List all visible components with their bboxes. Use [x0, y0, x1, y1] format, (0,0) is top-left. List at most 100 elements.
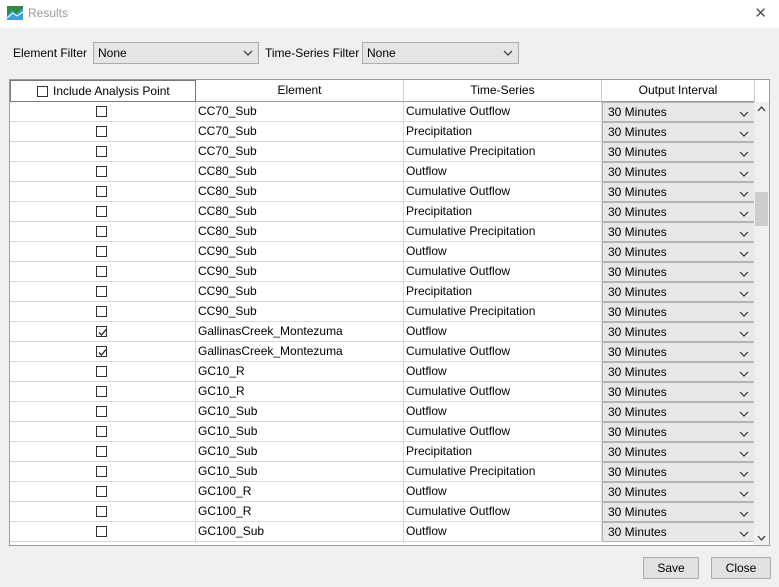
- element-cell[interactable]: GC10_Sub: [196, 402, 404, 422]
- timeseries-cell[interactable]: Precipitation: [404, 122, 602, 142]
- scrollbar-thumb[interactable]: [755, 192, 768, 226]
- output-interval-select[interactable]: 30 Minutes: [602, 262, 755, 282]
- element-cell[interactable]: CC90_Sub: [196, 302, 404, 322]
- timeseries-cell[interactable]: Cumulative Outflow: [404, 262, 602, 282]
- output-interval-select[interactable]: 30 Minutes: [602, 142, 755, 162]
- output-interval-select[interactable]: 30 Minutes: [602, 402, 755, 422]
- include-checkbox[interactable]: [96, 226, 107, 237]
- output-interval-select[interactable]: 30 Minutes: [602, 442, 755, 462]
- timeseries-cell[interactable]: Outflow: [404, 242, 602, 262]
- output-interval-select[interactable]: 30 Minutes: [602, 202, 755, 222]
- include-checkbox[interactable]: [96, 426, 107, 437]
- timeseries-cell[interactable]: Outflow: [404, 522, 602, 542]
- include-checkbox[interactable]: [96, 286, 107, 297]
- element-cell[interactable]: CC70_Sub: [196, 122, 404, 142]
- element-cell[interactable]: CC80_Sub: [196, 222, 404, 242]
- element-cell[interactable]: CC80_Sub: [196, 202, 404, 222]
- timeseries-cell[interactable]: Cumulative Precipitation: [404, 222, 602, 242]
- element-cell[interactable]: GC100_Sub: [196, 522, 404, 542]
- close-button[interactable]: Close: [711, 557, 771, 579]
- output-interval-select[interactable]: 30 Minutes: [602, 162, 755, 182]
- include-checkbox[interactable]: [96, 506, 107, 517]
- include-checkbox[interactable]: [96, 366, 107, 377]
- include-checkbox[interactable]: [96, 126, 107, 137]
- include-checkbox[interactable]: [96, 406, 107, 417]
- timeseries-cell[interactable]: Outflow: [404, 362, 602, 382]
- element-cell[interactable]: GC10_R: [196, 382, 404, 402]
- element-cell[interactable]: CC80_Sub: [196, 182, 404, 202]
- timeseries-cell[interactable]: Precipitation: [404, 282, 602, 302]
- include-checkbox[interactable]: [96, 446, 107, 457]
- include-checkbox[interactable]: [96, 246, 107, 257]
- output-interval-select[interactable]: 30 Minutes: [602, 382, 755, 402]
- include-checkbox[interactable]: [96, 186, 107, 197]
- include-checkbox[interactable]: [96, 386, 107, 397]
- output-interval-select[interactable]: 30 Minutes: [602, 462, 755, 482]
- timeseries-cell[interactable]: Outflow: [404, 162, 602, 182]
- include-checkbox[interactable]: [96, 266, 107, 277]
- element-cell[interactable]: CC90_Sub: [196, 262, 404, 282]
- include-checkbox[interactable]: [96, 166, 107, 177]
- element-cell[interactable]: CC90_Sub: [196, 242, 404, 262]
- include-checkbox[interactable]: [96, 146, 107, 157]
- timeseries-cell[interactable]: Precipitation: [404, 442, 602, 462]
- output-interval-select[interactable]: 30 Minutes: [602, 302, 755, 322]
- element-cell[interactable]: GC10_Sub: [196, 462, 404, 482]
- timeseries-cell[interactable]: Cumulative Outflow: [404, 182, 602, 202]
- timeseries-cell[interactable]: Cumulative Precipitation: [404, 302, 602, 322]
- include-checkbox[interactable]: [96, 206, 107, 217]
- element-cell[interactable]: CC80_Sub: [196, 162, 404, 182]
- output-interval-select[interactable]: 30 Minutes: [602, 122, 755, 142]
- include-checkbox[interactable]: [96, 526, 107, 537]
- close-icon[interactable]: ✕: [754, 4, 767, 22]
- output-interval-select[interactable]: 30 Minutes: [602, 282, 755, 302]
- output-interval-select[interactable]: 30 Minutes: [602, 522, 755, 542]
- timeseries-cell[interactable]: Precipitation: [404, 202, 602, 222]
- include-checkbox[interactable]: [96, 466, 107, 477]
- header-element[interactable]: Element: [196, 80, 404, 102]
- include-all-checkbox[interactable]: [37, 86, 48, 97]
- output-interval-select[interactable]: 30 Minutes: [602, 362, 755, 382]
- output-interval-select[interactable]: 30 Minutes: [602, 242, 755, 262]
- element-cell[interactable]: GallinasCreek_Montezuma: [196, 342, 404, 362]
- timeseries-cell[interactable]: Cumulative Outflow: [404, 502, 602, 522]
- output-interval-select[interactable]: 30 Minutes: [602, 102, 755, 122]
- element-cell[interactable]: GallinasCreek_Montezuma: [196, 322, 404, 342]
- element-cell[interactable]: GC100_R: [196, 482, 404, 502]
- element-cell[interactable]: GC100_R: [196, 502, 404, 522]
- element-cell[interactable]: GC10_Sub: [196, 422, 404, 442]
- include-checkbox[interactable]: [96, 106, 107, 117]
- header-include-analysis-point[interactable]: Include Analysis Point: [10, 80, 196, 102]
- timeseries-cell[interactable]: Outflow: [404, 482, 602, 502]
- output-interval-select[interactable]: 30 Minutes: [602, 422, 755, 442]
- scroll-down-icon[interactable]: [757, 535, 766, 541]
- timeseries-cell[interactable]: Cumulative Precipitation: [404, 142, 602, 162]
- element-filter-select[interactable]: None: [93, 42, 259, 64]
- element-cell[interactable]: GC10_Sub: [196, 442, 404, 462]
- header-timeseries[interactable]: Time-Series: [404, 80, 602, 102]
- save-button[interactable]: Save: [643, 557, 699, 579]
- element-cell[interactable]: CC90_Sub: [196, 282, 404, 302]
- timeseries-cell[interactable]: Outflow: [404, 322, 602, 342]
- timeseries-cell[interactable]: Cumulative Outflow: [404, 422, 602, 442]
- timeseries-cell[interactable]: Cumulative Precipitation: [404, 462, 602, 482]
- output-interval-select[interactable]: 30 Minutes: [602, 502, 755, 522]
- include-checkbox[interactable]: [96, 486, 107, 497]
- timeseries-filter-select[interactable]: None: [362, 42, 519, 64]
- element-cell[interactable]: CC70_Sub: [196, 102, 404, 122]
- output-interval-select[interactable]: 30 Minutes: [602, 222, 755, 242]
- element-cell[interactable]: GC10_R: [196, 362, 404, 382]
- timeseries-cell[interactable]: Outflow: [404, 402, 602, 422]
- include-checkbox[interactable]: [96, 326, 107, 337]
- header-output-interval[interactable]: Output Interval: [602, 80, 755, 102]
- output-interval-select[interactable]: 30 Minutes: [602, 322, 755, 342]
- include-checkbox[interactable]: [96, 346, 107, 357]
- include-checkbox[interactable]: [96, 306, 107, 317]
- element-cell[interactable]: CC70_Sub: [196, 142, 404, 162]
- scroll-up-icon[interactable]: [757, 106, 766, 112]
- output-interval-select[interactable]: 30 Minutes: [602, 342, 755, 362]
- vertical-scrollbar[interactable]: [754, 102, 769, 545]
- output-interval-select[interactable]: 30 Minutes: [602, 182, 755, 202]
- timeseries-cell[interactable]: Cumulative Outflow: [404, 382, 602, 402]
- timeseries-cell[interactable]: Cumulative Outflow: [404, 102, 602, 122]
